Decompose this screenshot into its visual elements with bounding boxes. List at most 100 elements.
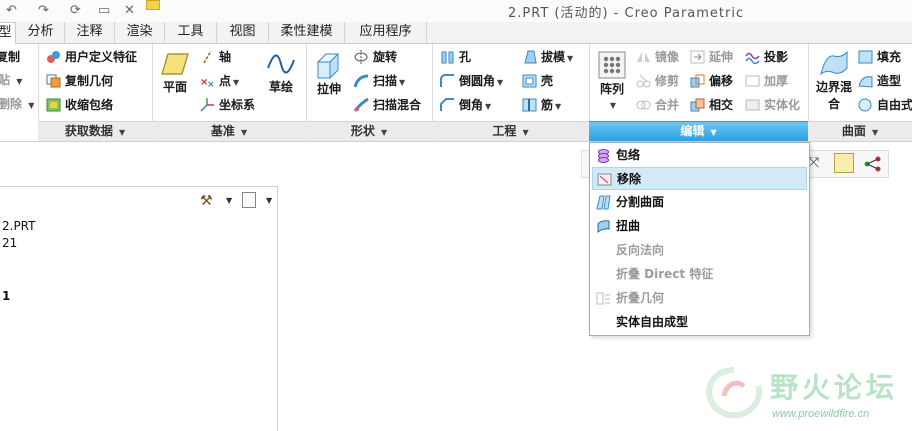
close-window-icon[interactable]: ✕ (124, 3, 135, 18)
mirror-button[interactable]: 镜像 (636, 47, 679, 67)
regenerate-icon[interactable]: ⟳ (70, 3, 81, 18)
intersect-button[interactable]: 相交 (690, 95, 733, 115)
style-icon (858, 76, 873, 88)
shrinkwrap-button[interactable]: 收缩包络 (46, 95, 113, 115)
tab-flexible-modeling[interactable]: 柔性建模 (269, 22, 345, 44)
remove-icon (597, 173, 612, 186)
revolve-button[interactable]: 旋转 (354, 47, 397, 67)
shrinkwrap-icon (46, 98, 61, 112)
draft-button[interactable]: 拔模 ▼ (522, 47, 573, 67)
tab-render[interactable]: 渲染 (115, 22, 165, 44)
chamfer-button[interactable]: 倒角 ▼ (440, 95, 491, 115)
menu-item-remove[interactable]: 移除 (592, 167, 807, 190)
merge-icon (636, 100, 651, 110)
wrap-icon (598, 149, 609, 163)
rib-icon (522, 98, 537, 112)
draft-icon (524, 50, 537, 64)
warp-icon (597, 220, 610, 234)
merge-button[interactable]: 合并 (636, 95, 679, 115)
project-button[interactable]: 投影 (745, 47, 788, 67)
round-icon (440, 74, 454, 87)
copy-button[interactable]: 复制 (0, 47, 20, 67)
datum-display-icon[interactable] (834, 153, 854, 173)
menu-item-warp[interactable]: 扭曲 (592, 215, 807, 238)
swept-blend-icon (354, 98, 369, 112)
udf-button[interactable]: 用户定义特征 (46, 47, 137, 67)
window-icon[interactable]: ▭ (98, 3, 110, 18)
group-surfaces[interactable]: 曲面 ▼ (808, 121, 912, 141)
solidify-icon (745, 99, 760, 111)
extrude-button[interactable]: 拉伸 (310, 50, 348, 97)
model-tree-panel: ⚒ ▼ ▼ 2.PRT 21 1 (0, 186, 278, 431)
round-button[interactable]: 倒圆角 ▼ (440, 71, 503, 91)
csys-button[interactable]: 坐标系 (200, 95, 255, 115)
menu-item-freeform-solid[interactable]: 实体自由成型 (592, 311, 807, 334)
mirror-icon (637, 52, 650, 62)
copy-geometry-button[interactable]: 复制几何 (46, 71, 113, 91)
solidify-button[interactable]: 实体化 (745, 95, 800, 115)
group-get-data[interactable]: 获取数据 ▼ (38, 121, 152, 141)
revolve-icon (354, 50, 368, 64)
paste-button[interactable]: 贴 ▼ (0, 70, 22, 90)
swept-blend-button[interactable]: 扫描混合 (354, 95, 421, 115)
sweep-button[interactable]: 扫描 ▼ (354, 71, 405, 91)
thicken-button[interactable]: 加厚 (745, 71, 788, 91)
tab-view[interactable]: 视图 (217, 22, 269, 44)
extend-button[interactable]: 延伸 (690, 47, 733, 67)
plane-icon (161, 53, 189, 75)
hole-button[interactable]: 孔 (440, 47, 471, 67)
redo-icon[interactable]: ↷ (38, 3, 49, 18)
collapse-geometry-icon (596, 292, 610, 305)
group-datum[interactable]: 基准 ▼ (152, 121, 306, 141)
rib-button[interactable]: 筋 ▼ (522, 95, 561, 115)
copy-geometry-icon (46, 74, 61, 88)
tree-filter-icon[interactable] (242, 192, 256, 208)
trim-button[interactable]: 修剪 (636, 71, 679, 91)
boundary-blend-icon (820, 50, 848, 76)
tree-settings-icon[interactable]: ⚒ (200, 193, 213, 209)
delete-button[interactable]: 删除 ▼ (0, 94, 34, 114)
tab-model[interactable]: 型 (0, 22, 16, 44)
tree-filter-dropdown-icon[interactable]: ▼ (266, 196, 272, 205)
menu-item-wrap[interactable]: 包络 (592, 144, 807, 167)
plane-button[interactable]: 平面 (156, 50, 194, 95)
group-shapes[interactable]: 形状 ▼ (306, 121, 432, 141)
point-button[interactable]: × × 点 ▼ (200, 71, 239, 91)
tab-tools[interactable]: 工具 (165, 22, 217, 44)
pattern-button[interactable]: 阵列 ▼ (592, 50, 632, 111)
group-editing[interactable]: 编辑 ▼ (589, 121, 808, 141)
window-title: 2.PRT (活动的) - Creo Parametric (508, 6, 745, 21)
freestyle-button[interactable]: 自由式 (858, 95, 912, 115)
csys-icon (200, 98, 214, 112)
shell-button[interactable]: 壳 (522, 71, 553, 91)
tree-item[interactable]: 21 (2, 236, 17, 250)
sketch-button[interactable]: 草绘 (262, 50, 300, 95)
freestyle-icon (858, 98, 872, 112)
menu-item-flip-normal[interactable]: 反向法向 (592, 239, 807, 262)
project-icon (745, 52, 760, 64)
folder-icon[interactable] (146, 0, 160, 10)
tab-analysis[interactable]: 分析 (17, 22, 65, 44)
svg-text:×: × (207, 80, 215, 88)
group-engineering[interactable]: 工程 ▼ (432, 121, 589, 141)
split-surface-icon (596, 195, 611, 210)
menu-item-collapse-geometry[interactable]: 折叠几何 (592, 287, 807, 310)
tree-item-part[interactable]: 2.PRT (2, 219, 35, 233)
ribbon-tabs: 型 分析 注释 渲染 工具 视图 柔性建模 应用程序 (0, 22, 912, 44)
tree-item[interactable]: 1 (2, 289, 10, 303)
boundary-blend-button[interactable]: 边界混合 (812, 50, 856, 112)
style-button[interactable]: 造型 (858, 71, 901, 91)
udf-icon (47, 51, 60, 63)
tab-applications[interactable]: 应用程序 (345, 22, 427, 44)
tree-settings-dropdown-icon[interactable]: ▼ (226, 196, 232, 205)
menu-item-collapse-direct-feature[interactable]: 折叠 Direct 特征 (592, 263, 807, 286)
axis-icon (203, 50, 212, 64)
offset-button[interactable]: 偏移 (690, 71, 733, 91)
tab-annotate[interactable]: 注释 (65, 22, 115, 44)
axis-button[interactable]: 轴 (200, 47, 231, 67)
fill-button[interactable]: 填充 (858, 47, 901, 67)
offset-icon (690, 74, 705, 88)
undo-icon[interactable]: ↶ (6, 3, 17, 18)
menu-item-split-surface[interactable]: 分割曲面 (592, 191, 807, 214)
annotation-display-icon[interactable] (864, 156, 882, 172)
